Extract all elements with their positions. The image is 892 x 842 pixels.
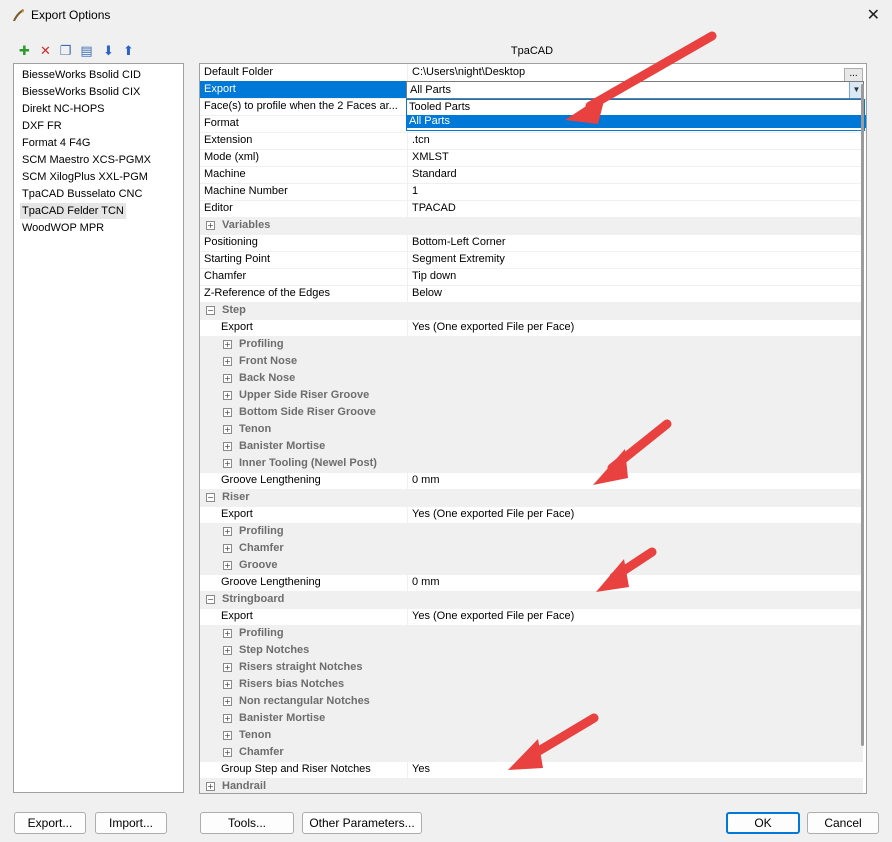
annotation-arrow-3 (596, 547, 657, 592)
annotation-arrow-4 (508, 713, 599, 770)
annotation-arrows (508, 31, 717, 770)
annotation-arrow-1 (565, 31, 717, 124)
annotation-arrow-2 (593, 419, 672, 485)
